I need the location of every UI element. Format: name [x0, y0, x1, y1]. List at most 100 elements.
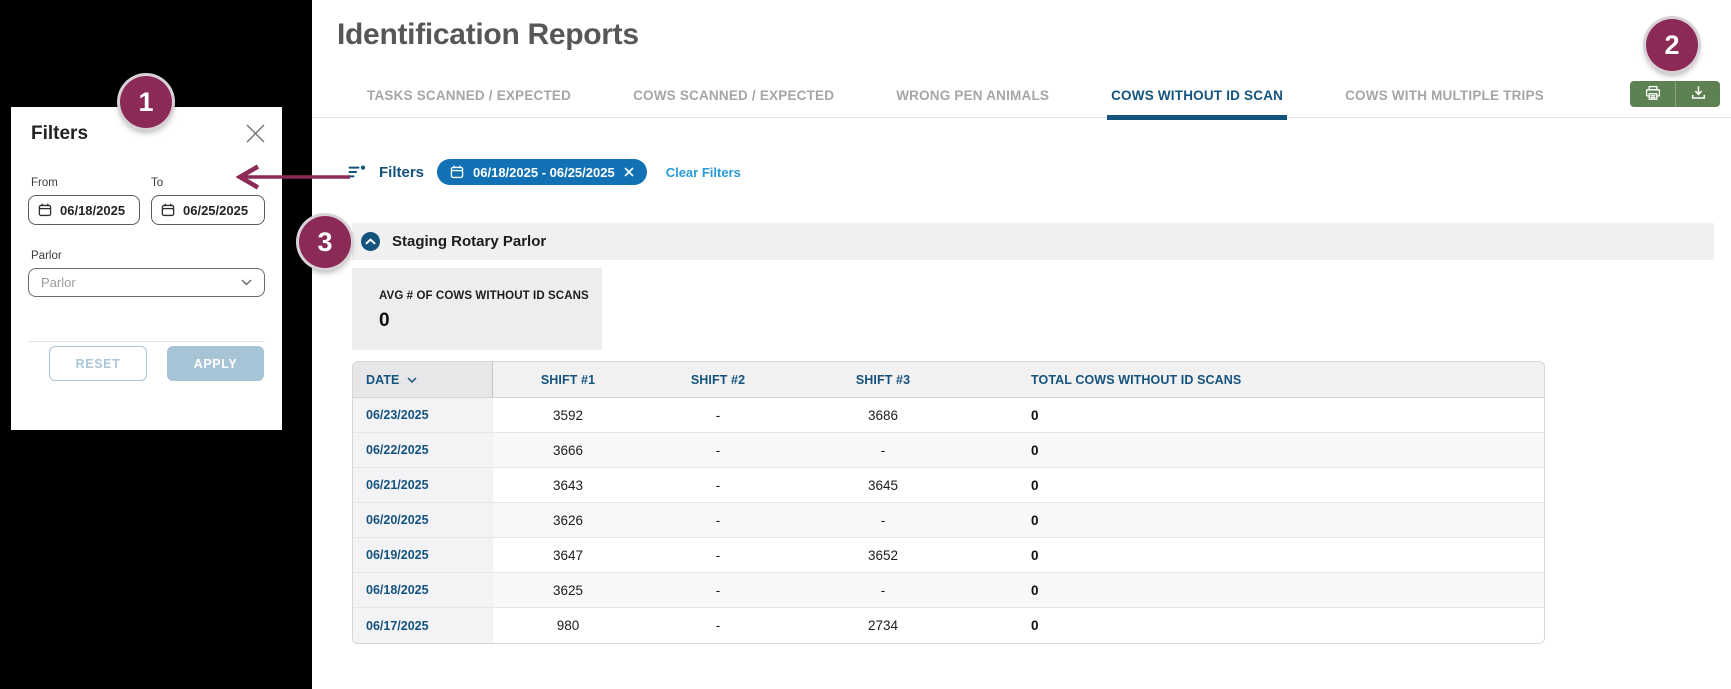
- date-range-chip[interactable]: 06/18/2025 - 06/25/2025: [437, 159, 647, 185]
- to-date-field[interactable]: 06/25/2025: [151, 195, 265, 225]
- shift2-value: -: [643, 573, 793, 607]
- tab-label: COWS WITH MULTIPLE TRIPS: [1345, 88, 1544, 103]
- apply-button[interactable]: APPLY: [167, 346, 264, 381]
- shift2-value: -: [643, 503, 793, 537]
- shift2-value: -: [643, 468, 793, 502]
- table-row: 06/18/20253625--0: [353, 573, 1544, 608]
- total-value: 0: [973, 608, 1544, 643]
- calendar-icon: [161, 203, 175, 217]
- shift3-value: 3645: [793, 468, 973, 502]
- date-link[interactable]: 06/17/2025: [353, 608, 493, 643]
- date-link[interactable]: 06/18/2025: [353, 573, 493, 607]
- total-value: 0: [973, 503, 1544, 537]
- date-link[interactable]: 06/20/2025: [353, 503, 493, 537]
- date-link[interactable]: 06/23/2025: [353, 398, 493, 432]
- table-row: 06/22/20253666--0: [353, 433, 1544, 468]
- annotation-badge-1: 1: [120, 76, 172, 128]
- table-row: 06/17/2025980-27340: [353, 608, 1544, 643]
- shift1-value: 3647: [493, 538, 643, 572]
- shift1-value: 3643: [493, 468, 643, 502]
- export-actions: [1630, 81, 1720, 107]
- close-icon[interactable]: [245, 123, 266, 144]
- tab-label: TASKS SCANNED / EXPECTED: [367, 88, 571, 103]
- column-header-date[interactable]: DATE: [353, 362, 493, 397]
- sort-chevron-icon: [407, 377, 417, 383]
- collapse-chevron-icon[interactable]: [361, 232, 380, 251]
- from-date-field[interactable]: 06/18/2025: [28, 195, 140, 225]
- table-row: 06/19/20253647-36520: [353, 538, 1544, 573]
- shift3-value: -: [793, 503, 973, 537]
- section-title: Staging Rotary Parlor: [392, 233, 546, 250]
- filters-bar-label: Filters: [379, 164, 424, 181]
- main-content: Identification Reports TASKS SCANNED / E…: [312, 0, 1731, 689]
- table-body: 06/23/20253592-3686006/22/20253666--006/…: [353, 398, 1544, 643]
- column-header-date-label: DATE: [366, 373, 400, 387]
- table-header-row: DATE SHIFT #1 SHIFT #2 SHIFT #3 TOTAL CO…: [353, 362, 1544, 398]
- date-link[interactable]: 06/19/2025: [353, 538, 493, 572]
- tab-tasks-scanned-expected[interactable]: TASKS SCANNED / EXPECTED: [367, 88, 571, 117]
- panel-buttons: RESET APPLY: [49, 346, 264, 381]
- chip-remove-icon[interactable]: [624, 167, 634, 177]
- shift3-value: 3686: [793, 398, 973, 432]
- date-link[interactable]: 06/21/2025: [353, 468, 493, 502]
- column-header-shift2: SHIFT #2: [643, 362, 793, 397]
- tab-cows-with-multiple-trips[interactable]: COWS WITH MULTIPLE TRIPS: [1345, 88, 1544, 117]
- filters-bar: Filters 06/18/2025 - 06/25/2025 Clear Fi…: [348, 159, 741, 185]
- tab-label: WRONG PEN ANIMALS: [896, 88, 1049, 103]
- chevron-down-icon: [241, 279, 252, 286]
- shift1-value: 3666: [493, 433, 643, 467]
- tab-cows-scanned-expected[interactable]: COWS SCANNED / EXPECTED: [633, 88, 834, 117]
- calendar-icon: [450, 165, 464, 179]
- tab-wrong-pen-animals[interactable]: WRONG PEN ANIMALS: [896, 88, 1049, 117]
- print-button[interactable]: [1630, 81, 1675, 107]
- to-date-value: 06/25/2025: [183, 203, 248, 218]
- cows-without-id-table: DATE SHIFT #1 SHIFT #2 SHIFT #3 TOTAL CO…: [352, 361, 1545, 644]
- active-tab-underline: [1107, 115, 1287, 120]
- reset-button[interactable]: RESET: [49, 346, 147, 381]
- download-icon: [1691, 85, 1706, 103]
- tab-label: COWS WITHOUT ID SCAN: [1111, 88, 1283, 103]
- shift2-value: -: [643, 538, 793, 572]
- shift2-value: -: [643, 398, 793, 432]
- calendar-icon: [38, 203, 52, 217]
- page-title: Identification Reports: [337, 18, 639, 52]
- column-header-shift1: SHIFT #1: [493, 362, 643, 397]
- table-row: 06/23/20253592-36860: [353, 398, 1544, 433]
- shift1-value: 3626: [493, 503, 643, 537]
- total-value: 0: [973, 538, 1544, 572]
- from-label: From: [31, 177, 58, 189]
- parlor-label: Parlor: [31, 250, 62, 262]
- total-value: 0: [973, 468, 1544, 502]
- panel-divider: [28, 341, 265, 342]
- shift1-value: 3592: [493, 398, 643, 432]
- tab-cows-without-id-scan[interactable]: COWS WITHOUT ID SCAN: [1111, 88, 1283, 117]
- shift2-value: -: [643, 608, 793, 643]
- avg-cows-label: AVG # OF COWS WITHOUT ID SCANS: [379, 290, 592, 302]
- date-range-chip-label: 06/18/2025 - 06/25/2025: [473, 165, 615, 180]
- shift3-value: -: [793, 573, 973, 607]
- printer-icon: [1645, 85, 1661, 104]
- date-link[interactable]: 06/22/2025: [353, 433, 493, 467]
- from-date-value: 06/18/2025: [60, 203, 125, 218]
- shift2-value: -: [643, 433, 793, 467]
- total-value: 0: [973, 433, 1544, 467]
- annotation-badge-3: 3: [299, 216, 351, 268]
- shift1-value: 980: [493, 608, 643, 643]
- column-header-total: TOTAL COWS WITHOUT ID SCANS: [973, 362, 1544, 397]
- to-label: To: [151, 177, 163, 189]
- filters-panel: Filters From To 06/18/2025 06/25/: [11, 107, 282, 430]
- table-row: 06/21/20253643-36450: [353, 468, 1544, 503]
- shift3-value: -: [793, 433, 973, 467]
- annotation-arrow-left: [232, 164, 354, 190]
- shift1-value: 3625: [493, 573, 643, 607]
- shift3-value: 3652: [793, 538, 973, 572]
- column-header-shift3: SHIFT #3: [793, 362, 973, 397]
- avg-cows-value: 0: [379, 310, 592, 332]
- tab-bar: TASKS SCANNED / EXPECTED COWS SCANNED / E…: [312, 70, 1731, 118]
- download-button[interactable]: [1675, 81, 1720, 107]
- total-value: 0: [973, 573, 1544, 607]
- table-row: 06/20/20253626--0: [353, 503, 1544, 538]
- parlor-select[interactable]: Parlor: [28, 268, 265, 297]
- section-header-staging-rotary-parlor[interactable]: Staging Rotary Parlor: [352, 223, 1714, 260]
- clear-filters-link[interactable]: Clear Filters: [666, 165, 741, 180]
